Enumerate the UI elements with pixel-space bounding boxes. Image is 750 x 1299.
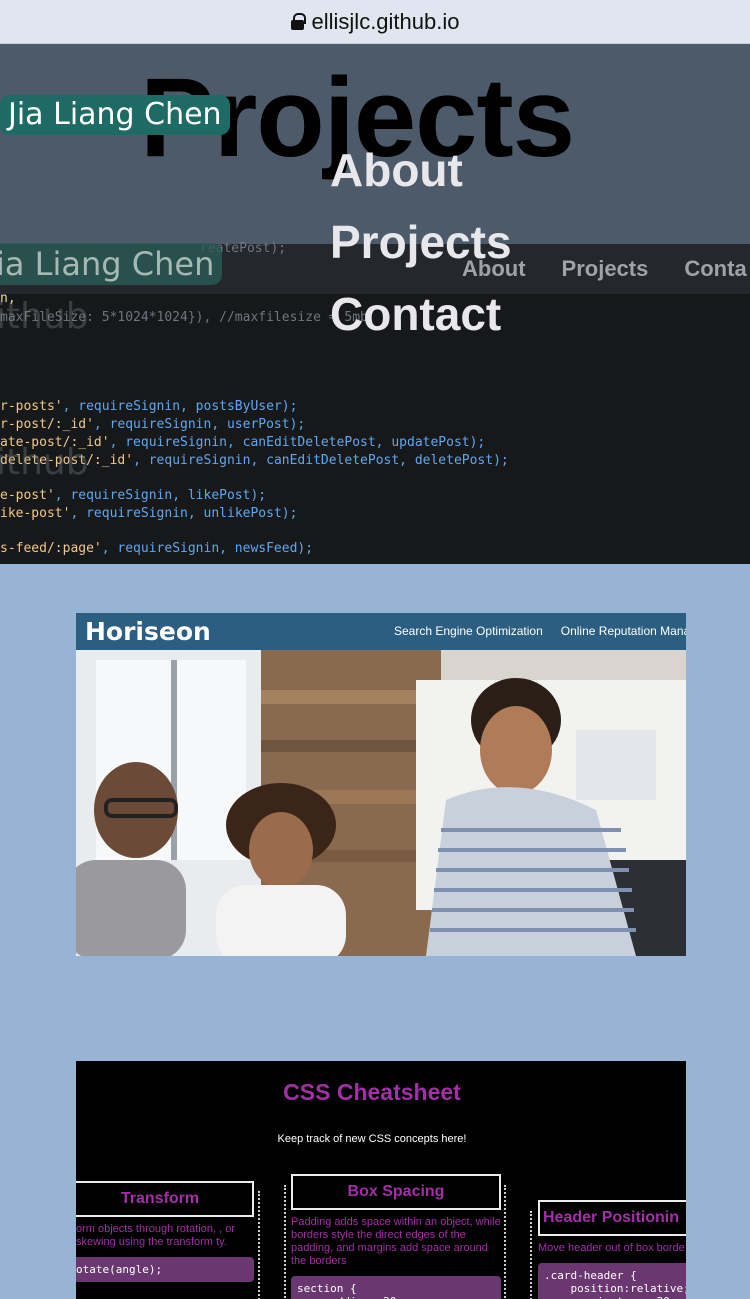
code-line: s-feed/:page', requireSignin, newsFeed); [0,541,314,556]
browser-url-bar[interactable]: ellisjlc.github.io [0,0,750,44]
site-name-badge[interactable]: Jia Liang Chen [0,95,230,135]
concept-card-code: otate(angle); [76,1257,254,1282]
office-team-photo [76,650,686,956]
cheatsheet-subtitle: Keep track of new CSS concepts here! [277,1133,467,1145]
horiseon-logo: Horiseon [85,617,211,646]
dotted-divider [530,1211,532,1299]
horiseon-nav-item: Search Engine Optimization [394,624,543,638]
horiseon-header: Horiseon Search Engine Optimization Onli… [76,613,686,650]
main-nav: About Projects Contact [330,134,512,350]
concept-card-desc: Padding adds space within an object, whi… [291,1216,501,1267]
code-line: ike-post', requireSignin, unlikePost); [0,506,298,521]
concept-card-desc: orm objects through rotation, , or skewi… [76,1223,235,1248]
project-card-horiseon[interactable]: Horiseon Search Engine Optimization Onli… [76,613,686,956]
url-text: ellisjlc.github.io [311,8,460,34]
horiseon-nav: Search Engine Optimization Online Reputa… [394,624,686,638]
project-card-css-cheatsheet[interactable]: CSS Cheatsheet Keep track of new CSS con… [76,1061,686,1299]
site-name-badge-ghost: ia Liang Chen [0,243,223,285]
github-ghost-text: ithub [0,296,89,337]
dotted-divider [504,1185,506,1299]
dotted-divider [258,1191,260,1299]
cheatsheet-title: CSS Cheatsheet [283,1079,461,1105]
dotted-divider [284,1185,286,1299]
nav-link-contact[interactable]: Contact [330,278,512,350]
github-ghost-text: ithub [0,442,89,483]
concept-card-box-spacing: Box Spacing Padding adds space within an… [291,1174,501,1299]
lock-icon [290,13,306,30]
horiseon-nav-item: Online Reputation Manag [560,624,686,638]
concept-card-code: section { padding: 20px; [291,1276,501,1299]
nav-link-projects-ghost[interactable]: Projects [562,244,649,294]
concept-card-desc: Move header out of box borde [538,1242,685,1254]
code-line: r-posts', requireSignin, postsByUser); [0,399,298,414]
hero-section: reatePost); n, maxFileSize: 5*1024*1024}… [0,44,750,564]
concept-card-header-positioning: Header Positionin Move header out of box… [538,1200,686,1299]
nav-link-about[interactable]: About [330,134,512,206]
concept-card-transform: Transform orm objects through rotation, … [76,1181,254,1282]
concept-card-title: Transform [76,1181,254,1217]
concept-card-code: .card-header { position:relative; margin… [538,1263,686,1299]
code-line: r-post/:_id', requireSignin, userPost); [0,417,306,432]
concept-card-title: Header Positionin [538,1200,686,1236]
nav-link-projects[interactable]: Projects [330,206,512,278]
nav-link-contact-ghost[interactable]: Conta [684,244,746,294]
concept-card-title: Box Spacing [291,1174,501,1210]
code-line: e-post', requireSignin, likePost); [0,488,267,503]
